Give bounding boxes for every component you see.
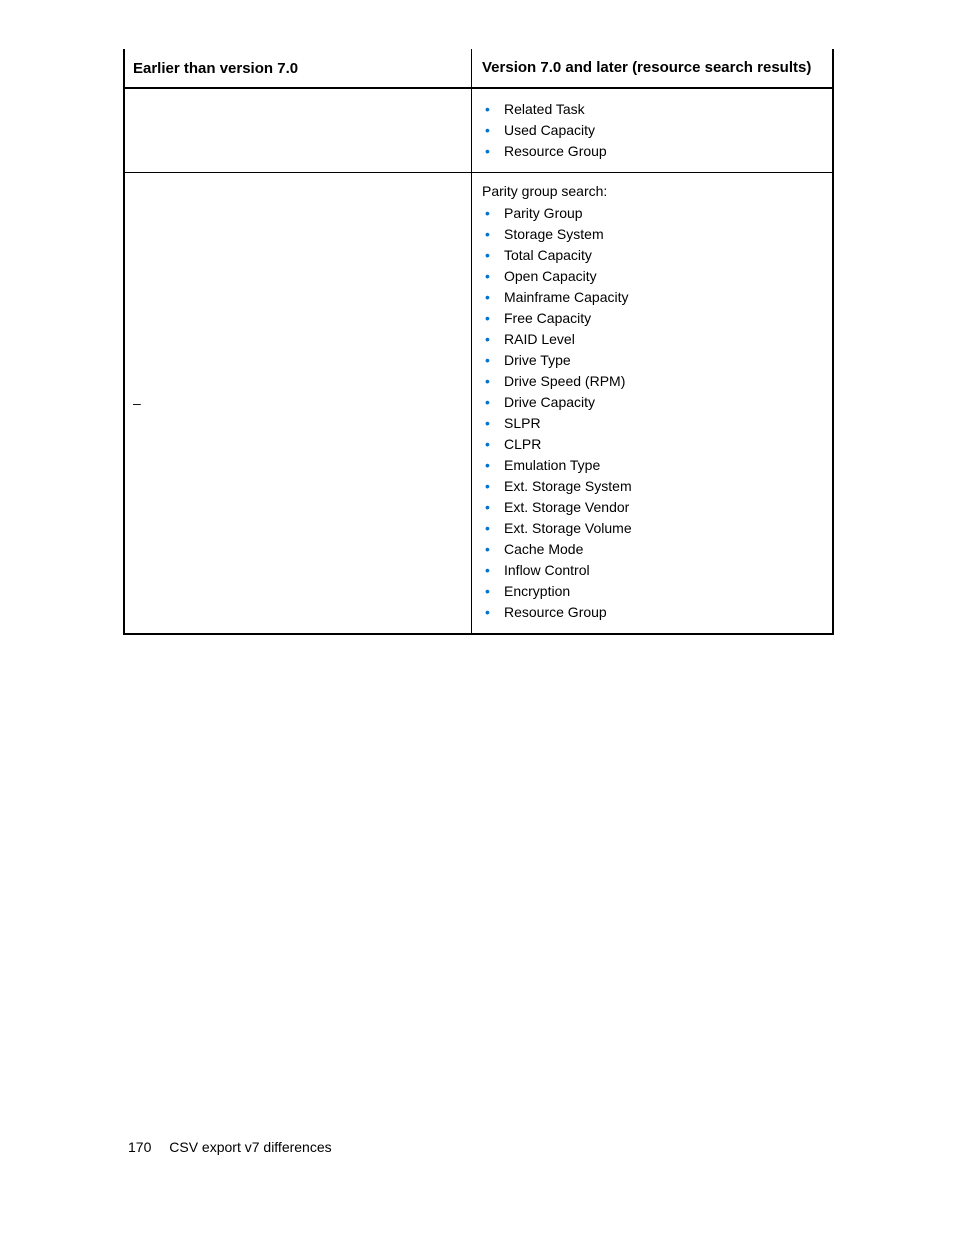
cell-right: Parity group search: Parity Group Storag… (472, 173, 832, 633)
list-item: Ext. Storage Volume (482, 518, 824, 539)
bullet-list: Related Task Used Capacity Resource Grou… (482, 99, 824, 162)
table-row: – Parity group search: Parity Group Stor… (125, 173, 832, 633)
list-item: Drive Speed (RPM) (482, 371, 824, 392)
list-item: Drive Type (482, 350, 824, 371)
list-item: Storage System (482, 224, 824, 245)
table-row: Related Task Used Capacity Resource Grou… (125, 89, 832, 173)
list-item: Cache Mode (482, 539, 824, 560)
header-cell-left: Earlier than version 7.0 (125, 49, 472, 87)
list-item: Resource Group (482, 141, 824, 162)
list-item: SLPR (482, 413, 824, 434)
list-item: Encryption (482, 581, 824, 602)
header-cell-right: Version 7.0 and later (resource search r… (472, 49, 832, 87)
list-item: Parity Group (482, 203, 824, 224)
list-item: Related Task (482, 99, 824, 120)
list-item: Total Capacity (482, 245, 824, 266)
header-left-text: Earlier than version 7.0 (133, 60, 298, 77)
list-item: Open Capacity (482, 266, 824, 287)
list-item: Mainframe Capacity (482, 287, 824, 308)
cell-left-text: – (133, 395, 141, 411)
list-item: Resource Group (482, 602, 824, 623)
list-item: Drive Capacity (482, 392, 824, 413)
list-item: RAID Level (482, 329, 824, 350)
intro-text: Parity group search: (482, 183, 824, 199)
list-item: Inflow Control (482, 560, 824, 581)
bullet-list: Parity Group Storage System Total Capaci… (482, 203, 824, 623)
list-item: Used Capacity (482, 120, 824, 141)
page-footer: 170 CSV export v7 differences (128, 1139, 332, 1155)
table-header-row: Earlier than version 7.0 Version 7.0 and… (125, 49, 832, 89)
list-item: Free Capacity (482, 308, 824, 329)
footer-title: CSV export v7 differences (169, 1139, 331, 1155)
list-item: CLPR (482, 434, 824, 455)
list-item: Emulation Type (482, 455, 824, 476)
cell-left (125, 89, 472, 172)
header-right-text: Version 7.0 and later (resource search r… (482, 59, 811, 76)
page-number: 170 (128, 1139, 151, 1155)
list-item: Ext. Storage Vendor (482, 497, 824, 518)
cell-left: – (125, 173, 472, 633)
cell-right: Related Task Used Capacity Resource Grou… (472, 89, 832, 172)
comparison-table: Earlier than version 7.0 Version 7.0 and… (123, 49, 834, 635)
list-item: Ext. Storage System (482, 476, 824, 497)
